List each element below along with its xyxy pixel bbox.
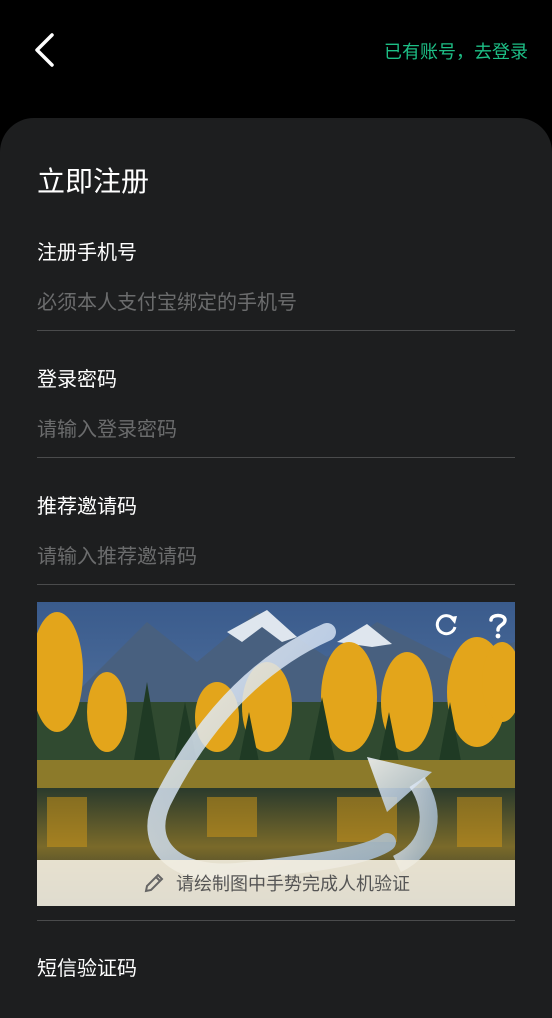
chevron-left-icon (35, 33, 54, 67)
question-icon (489, 613, 507, 639)
sms-code-label: 短信验证码 (37, 956, 137, 980)
page-title: 立即注册 (37, 165, 150, 198)
phone-input[interactable] (37, 282, 515, 322)
captcha-hint-bar: 请绘制图中手势完成人机验证 (37, 860, 515, 906)
invite-input[interactable] (37, 536, 515, 576)
phone-label: 注册手机号 (37, 240, 137, 264)
captcha-help-button[interactable] (481, 608, 515, 642)
divider (37, 330, 515, 331)
invite-label: 推荐邀请码 (37, 494, 137, 518)
divider (37, 920, 515, 921)
pencil-icon (144, 873, 164, 893)
divider (37, 457, 515, 458)
register-card: 立即注册 注册手机号 登录密码 推荐邀请码 (0, 118, 552, 1018)
back-button[interactable] (24, 30, 64, 70)
top-bar: 已有账号，去登录 (0, 0, 552, 110)
gesture-captcha[interactable]: 请绘制图中手势完成人机验证 (37, 602, 515, 906)
password-label: 登录密码 (37, 367, 117, 391)
go-login-link[interactable]: 已有账号，去登录 (384, 38, 528, 64)
captcha-hint-text: 请绘制图中手势完成人机验证 (176, 874, 410, 895)
refresh-icon (435, 614, 457, 636)
password-input[interactable] (37, 409, 515, 449)
refresh-captcha-button[interactable] (429, 608, 463, 642)
divider (37, 584, 515, 585)
